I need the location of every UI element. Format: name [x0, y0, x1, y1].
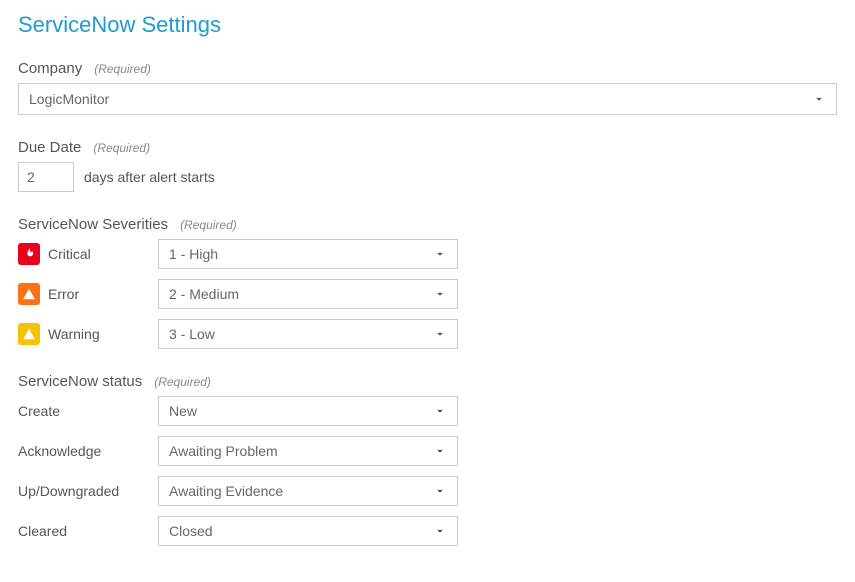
severity-select-critical[interactable]: 1 - High	[158, 239, 458, 269]
company-required: (Required)	[94, 62, 151, 76]
status-select-create-value: New	[169, 403, 433, 419]
severity-name-critical: Critical	[48, 246, 91, 262]
status-name-cleared: Cleared	[18, 523, 148, 539]
warning-severity-icon	[18, 323, 40, 345]
chevron-down-icon	[433, 484, 447, 498]
company-label: Company	[18, 60, 82, 77]
chevron-down-icon	[433, 404, 447, 418]
severities-label: ServiceNow Severities	[18, 216, 168, 233]
status-name-create: Create	[18, 403, 148, 419]
status-label: ServiceNow status	[18, 373, 142, 390]
severity-select-warning[interactable]: 3 - Low	[158, 319, 458, 349]
due-date-input[interactable]	[18, 162, 74, 192]
status-select-cleared[interactable]: Closed	[158, 516, 458, 546]
chevron-down-icon	[433, 247, 447, 261]
critical-severity-icon	[18, 243, 40, 265]
status-select-acknowledge-value: Awaiting Problem	[169, 443, 433, 459]
status-select-cleared-value: Closed	[169, 523, 433, 539]
company-select[interactable]: LogicMonitor	[18, 83, 837, 115]
severity-select-error-value: 2 - Medium	[169, 286, 433, 302]
error-severity-icon	[18, 283, 40, 305]
severity-select-warning-value: 3 - Low	[169, 326, 433, 342]
status-required: (Required)	[154, 375, 211, 389]
chevron-down-icon	[433, 287, 447, 301]
chevron-down-icon	[433, 524, 447, 538]
due-date-required: (Required)	[93, 141, 150, 155]
severity-name-error: Error	[48, 286, 79, 302]
status-select-updowngraded-value: Awaiting Evidence	[169, 483, 433, 499]
chevron-down-icon	[433, 327, 447, 341]
status-select-acknowledge[interactable]: Awaiting Problem	[158, 436, 458, 466]
chevron-down-icon	[812, 92, 826, 106]
page-title: ServiceNow Settings	[18, 12, 837, 38]
severity-select-error[interactable]: 2 - Medium	[158, 279, 458, 309]
status-name-acknowledge: Acknowledge	[18, 443, 148, 459]
severities-required: (Required)	[180, 218, 237, 232]
due-date-suffix: days after alert starts	[84, 169, 215, 185]
status-select-create[interactable]: New	[158, 396, 458, 426]
due-date-label: Due Date	[18, 139, 81, 156]
chevron-down-icon	[433, 444, 447, 458]
status-select-updowngraded[interactable]: Awaiting Evidence	[158, 476, 458, 506]
severity-name-warning: Warning	[48, 326, 100, 342]
severity-select-critical-value: 1 - High	[169, 246, 433, 262]
status-name-updowngraded: Up/Downgraded	[18, 483, 148, 499]
company-select-value: LogicMonitor	[29, 91, 812, 107]
